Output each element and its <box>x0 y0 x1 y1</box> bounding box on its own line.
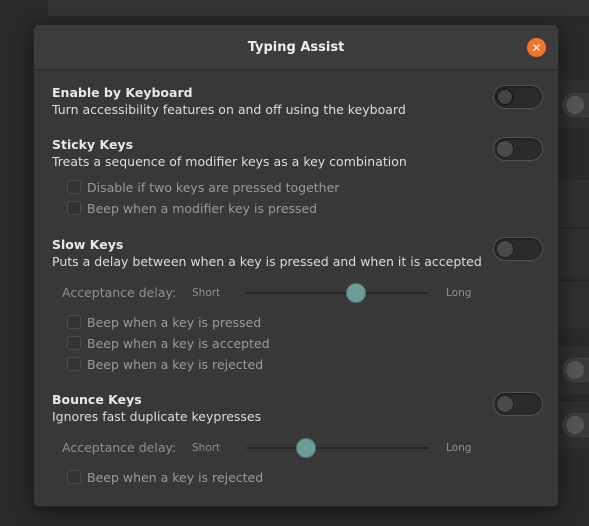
sticky-beep-modifier-option[interactable]: Beep when a modifier key is pressed <box>67 199 317 217</box>
sticky-keys-switch[interactable] <box>493 137 543 161</box>
slow-keys-delay-label: Acceptance delay: <box>62 285 177 300</box>
sticky-disable-two-keys-option[interactable]: Disable if two keys are pressed together <box>67 178 339 196</box>
checkbox-label: Beep when a modifier key is pressed <box>87 200 318 216</box>
slider-track <box>246 292 429 294</box>
bounce-keys-scale-max: Long <box>446 442 472 454</box>
bounce-keys-switch[interactable] <box>493 392 543 416</box>
bounce-keys-scale-min: Short <box>192 442 221 454</box>
close-icon: ✕ <box>531 40 542 55</box>
enable-by-keyboard-description: Turn accessibility features on and off u… <box>52 102 406 117</box>
switch-knob <box>496 88 514 106</box>
dialog-titlebar: Typing Assist ✕ <box>34 25 558 70</box>
checkbox-label: Beep when a key is rejected <box>87 469 264 485</box>
close-button[interactable]: ✕ <box>527 38 546 57</box>
slow-keys-scale-max: Long <box>446 287 472 299</box>
slow-keys-switch[interactable] <box>493 237 543 261</box>
switch-knob <box>496 240 514 258</box>
bounce-keys-description: Ignores fast duplicate keypresses <box>52 409 262 424</box>
bounce-keys-delay-label: Acceptance delay: <box>62 440 177 455</box>
checkbox[interactable] <box>67 180 81 194</box>
checkbox[interactable] <box>67 357 81 371</box>
dialog-title: Typing Assist <box>247 39 345 55</box>
checkbox[interactable] <box>67 470 81 484</box>
checkbox-label: Disable if two keys are pressed together <box>87 179 340 195</box>
slow-keys-delay-slider[interactable] <box>246 283 429 303</box>
checkbox-label: Beep when a key is pressed <box>87 314 262 330</box>
background-switch <box>563 413 589 437</box>
background-switch <box>563 358 589 382</box>
bounce-keys-delay-slider[interactable] <box>246 438 429 458</box>
slow-keys-description: Puts a delay between when a key is press… <box>52 254 482 269</box>
slider-track <box>246 447 429 449</box>
slow-beep-accepted-option[interactable]: Beep when a key is accepted <box>67 334 270 352</box>
bounce-keys-title: Bounce Keys <box>52 392 142 407</box>
checkbox[interactable] <box>67 201 81 215</box>
bounce-beep-rejected-option[interactable]: Beep when a key is rejected <box>67 468 263 486</box>
checkbox[interactable] <box>67 336 81 350</box>
sticky-keys-title: Sticky Keys <box>52 137 134 152</box>
checkbox[interactable] <box>67 315 81 329</box>
slow-beep-rejected-option[interactable]: Beep when a key is rejected <box>67 355 263 373</box>
checkbox-label: Beep when a key is rejected <box>87 356 264 372</box>
slow-keys-scale-min: Short <box>192 287 221 299</box>
slow-keys-title: Slow Keys <box>52 237 124 252</box>
slider-thumb[interactable] <box>296 438 317 458</box>
slow-beep-pressed-option[interactable]: Beep when a key is pressed <box>67 313 261 331</box>
sticky-keys-description: Treats a sequence of modifier keys as a … <box>52 154 407 169</box>
enable-by-keyboard-switch[interactable] <box>493 85 543 109</box>
enable-by-keyboard-title: Enable by Keyboard <box>52 85 193 100</box>
background-switch <box>563 93 589 117</box>
background-window-header <box>48 0 589 17</box>
slider-thumb[interactable] <box>345 283 366 303</box>
checkbox-label: Beep when a key is accepted <box>87 335 270 351</box>
switch-knob <box>496 395 514 413</box>
switch-knob <box>496 140 514 158</box>
typing-assist-dialog: Typing Assist ✕ Enable by Keyboard Turn … <box>33 24 559 507</box>
